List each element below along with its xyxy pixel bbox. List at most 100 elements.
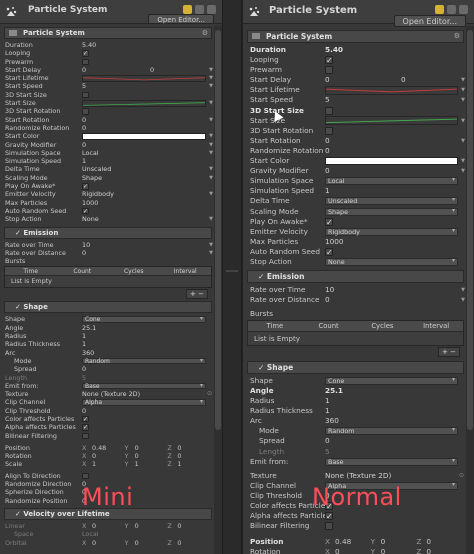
position-z-field[interactable]: 0 xyxy=(177,444,210,452)
module-particle-system-header[interactable]: Particle System ⚙ xyxy=(247,30,464,43)
3d-start-size-checkbox[interactable] xyxy=(325,106,333,115)
orbital-z-field[interactable]: 0 xyxy=(177,539,210,547)
space-dropdown[interactable]: Local xyxy=(82,530,99,538)
texture-field[interactable]: None (Texture 2D) xyxy=(325,471,391,481)
position-x-field[interactable]: 0.48 xyxy=(335,537,371,547)
stop-action-dropdown[interactable]: None xyxy=(325,257,458,266)
settings-icon[interactable] xyxy=(207,5,216,14)
dropdown-arrow-icon[interactable]: ▼ xyxy=(209,82,213,90)
alpha-affects-checkbox[interactable]: ✓ xyxy=(82,424,89,431)
dropdown-arrow-icon[interactable]: ▼ xyxy=(461,85,465,95)
gear-icon[interactable]: ⚙ xyxy=(202,28,208,38)
dropdown-arrow-icon[interactable]: ▼ xyxy=(209,174,213,182)
auto-random-seed-checkbox[interactable]: ✓ xyxy=(82,207,89,215)
dropdown-arrow-icon[interactable]: ▼ xyxy=(461,285,465,295)
emit-from-dropdown[interactable]: Base xyxy=(325,457,458,466)
texture-field[interactable]: None (Texture 2D) xyxy=(82,390,140,398)
preset-icon[interactable] xyxy=(447,5,456,14)
start-size-curve[interactable] xyxy=(325,116,458,126)
panel-splitter[interactable] xyxy=(222,0,242,554)
start-color-swatch[interactable] xyxy=(325,157,458,166)
rate-over-time-field[interactable]: 10 xyxy=(82,241,90,249)
start-delay-min-field[interactable]: 0 xyxy=(82,66,86,74)
splitter-grip[interactable] xyxy=(226,270,238,272)
radius-thickness-field[interactable]: 1 xyxy=(325,406,330,416)
radius-field[interactable]: 1 xyxy=(325,396,330,406)
looping-checkbox[interactable]: ✓ xyxy=(82,50,89,57)
rotation-y-field[interactable]: 0 xyxy=(135,452,168,460)
module-emission-header[interactable]: ✓ Emission xyxy=(247,270,464,284)
mode-dropdown[interactable]: Random xyxy=(325,427,458,436)
module-shape-header[interactable]: ✓ Shape xyxy=(247,360,464,374)
length-field[interactable]: 5 xyxy=(82,374,86,382)
start-speed-field[interactable]: 5 xyxy=(82,82,86,90)
3d-start-size-checkbox[interactable] xyxy=(82,91,89,99)
scrollbar[interactable] xyxy=(466,26,474,554)
open-editor-button[interactable]: Open Editor... xyxy=(393,15,466,27)
dropdown-arrow-icon[interactable]: ▼ xyxy=(461,136,465,146)
max-particles-field[interactable]: 1000 xyxy=(325,237,344,247)
delta-time-dropdown[interactable]: Unscaled xyxy=(325,197,458,206)
dropdown-arrow-icon[interactable]: ▼ xyxy=(209,165,213,173)
position-y-field[interactable]: 0 xyxy=(135,444,168,452)
randomize-rotation-field[interactable]: 0 xyxy=(325,146,330,156)
module-shape-header[interactable]: ✓ Shape xyxy=(4,301,212,314)
bilinear-checkbox[interactable] xyxy=(82,432,89,440)
start-delay-max-field[interactable]: 0 xyxy=(150,66,154,74)
prewarm-checkbox[interactable] xyxy=(325,66,333,75)
spread-field[interactable]: 0 xyxy=(82,365,86,373)
shape-dropdown[interactable]: Cone xyxy=(82,316,206,323)
angle-field[interactable]: 25.1 xyxy=(325,386,343,396)
scaling-mode-dropdown[interactable]: Shape xyxy=(325,207,458,216)
dropdown-arrow-icon[interactable]: ▼ xyxy=(209,74,213,82)
stop-action-dropdown[interactable]: None xyxy=(82,215,99,223)
dropdown-arrow-icon[interactable]: ▼ xyxy=(461,95,465,105)
dropdown-arrow-icon[interactable]: ▼ xyxy=(461,166,465,176)
rate-over-time-field[interactable]: 10 xyxy=(325,285,334,295)
dropdown-arrow-icon[interactable]: ▼ xyxy=(209,99,213,107)
orbital-y-field[interactable]: 0 xyxy=(135,539,168,547)
duration-field[interactable]: 5.40 xyxy=(325,45,343,55)
linear-z-field[interactable]: 0 xyxy=(177,522,210,530)
gear-icon[interactable]: ⚙ xyxy=(454,31,460,42)
start-size-curve[interactable] xyxy=(82,99,206,108)
delta-time-dropdown[interactable]: Unscaled xyxy=(82,165,111,173)
radius-thickness-field[interactable]: 1 xyxy=(82,340,86,348)
dropdown-arrow-icon[interactable]: ▼ xyxy=(209,249,213,257)
clip-threshold-field[interactable]: 0 xyxy=(82,407,86,415)
dropdown-arrow-icon[interactable]: ▼ xyxy=(461,295,465,305)
start-color-swatch[interactable] xyxy=(82,133,206,140)
length-field[interactable]: 5 xyxy=(325,447,330,457)
rate-over-distance-field[interactable]: 0 xyxy=(325,295,330,305)
spread-field[interactable]: 0 xyxy=(325,436,330,446)
3d-start-rotation-checkbox[interactable] xyxy=(82,108,89,115)
looping-checkbox[interactable]: ✓ xyxy=(325,56,333,65)
start-lifetime-curve[interactable] xyxy=(82,74,206,83)
scaling-mode-dropdown[interactable]: Shape xyxy=(82,174,102,182)
randomize-rotation-field[interactable]: 0 xyxy=(82,124,86,132)
simulation-speed-field[interactable]: 1 xyxy=(325,186,330,196)
dropdown-arrow-icon[interactable]: ▼ xyxy=(209,215,213,223)
object-picker-icon[interactable]: ⊙ xyxy=(459,471,464,481)
dropdown-arrow-icon[interactable]: ▼ xyxy=(461,156,465,166)
rotation-x-field[interactable]: 0 xyxy=(92,452,125,460)
bilinear-checkbox[interactable] xyxy=(325,522,333,531)
3d-start-rotation-checkbox[interactable] xyxy=(325,126,333,135)
rotation-z-field[interactable]: 0 xyxy=(426,547,462,554)
gravity-modifier-field[interactable]: 0 xyxy=(82,141,86,149)
alpha-affects-checkbox[interactable]: ✓ xyxy=(325,512,333,521)
scrollbar-thumb[interactable] xyxy=(215,30,221,430)
auto-random-seed-checkbox[interactable]: ✓ xyxy=(325,247,333,256)
rate-over-distance-field[interactable]: 0 xyxy=(82,249,86,257)
scale-x-field[interactable]: 1 xyxy=(92,460,125,468)
start-rotation-field[interactable]: 0 xyxy=(82,116,86,124)
scrollbar[interactable] xyxy=(214,26,222,554)
angle-field[interactable]: 25.1 xyxy=(82,324,96,332)
duration-field[interactable]: 5.40 xyxy=(82,41,96,49)
dropdown-arrow-icon[interactable]: ▼ xyxy=(209,66,213,74)
clip-channel-dropdown[interactable]: Alpha xyxy=(82,399,206,406)
max-particles-field[interactable]: 1000 xyxy=(82,199,98,207)
arc-field[interactable]: 360 xyxy=(325,416,339,426)
emit-from-dropdown[interactable]: Base xyxy=(82,382,206,390)
emitter-velocity-dropdown[interactable]: Rigidbody xyxy=(325,227,458,236)
